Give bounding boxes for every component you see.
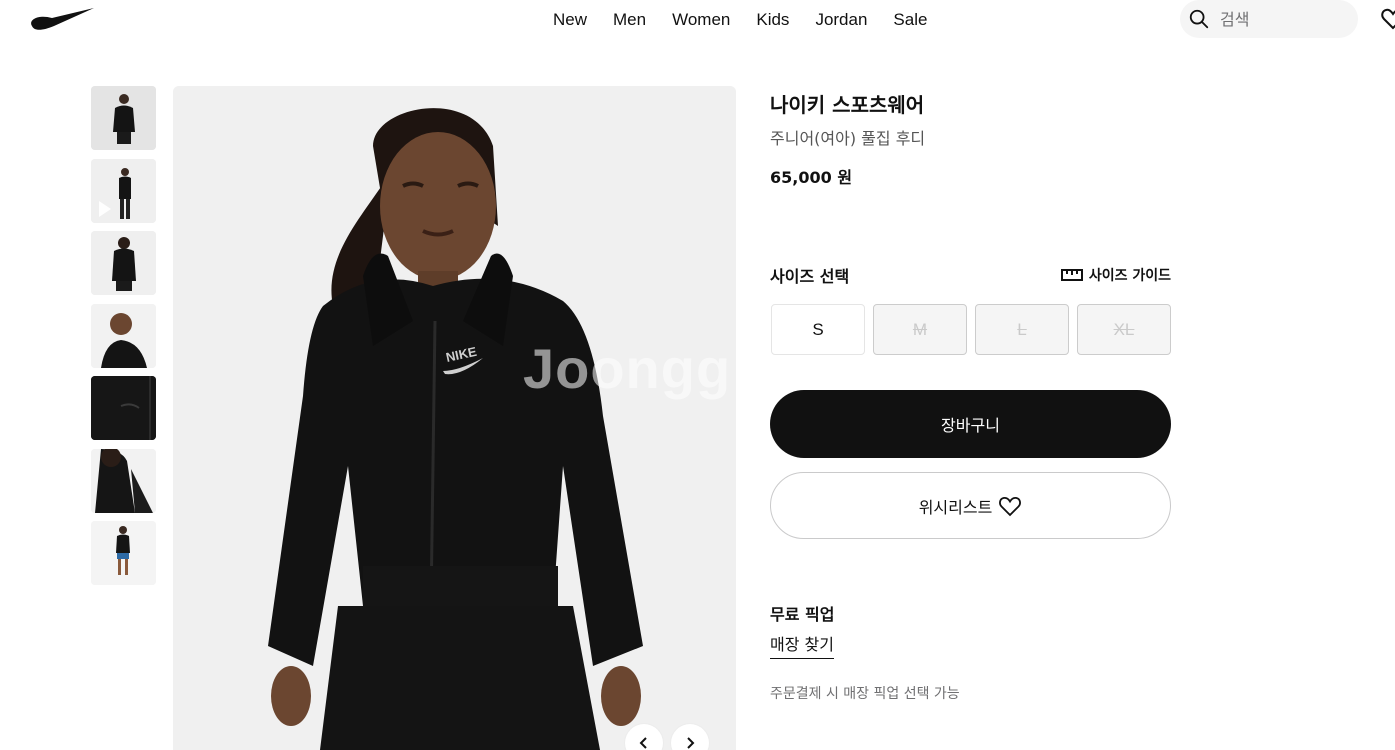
nav-item-jordan[interactable]: Jordan xyxy=(815,10,867,30)
nav-item-kids[interactable]: Kids xyxy=(756,10,789,30)
size-header: 사이즈 선택 사이즈 가이드 xyxy=(770,262,1171,288)
thumbnail-2-video[interactable] xyxy=(91,158,156,223)
size-select-title: 사이즈 선택 xyxy=(770,267,850,286)
thumbnail-4[interactable] xyxy=(91,303,156,368)
product-info: 나이키 스포츠웨어 주니어(여아) 풀집 후디 65,000 원 xyxy=(770,86,1171,190)
size-option-xl[interactable]: XL xyxy=(1077,304,1171,355)
wishlist-label: 위시리스트 xyxy=(918,497,993,517)
nav-item-men[interactable]: Men xyxy=(613,10,646,30)
thumbnail-3[interactable] xyxy=(91,231,156,295)
chevron-left-icon xyxy=(639,737,647,749)
chevron-right-icon xyxy=(687,737,695,749)
nav-item-new[interactable]: New xyxy=(553,10,587,30)
wishlist-button[interactable]: 위시리스트 xyxy=(770,472,1171,539)
find-store-link[interactable]: 매장 찾기 xyxy=(770,633,834,659)
thumbnail-5[interactable] xyxy=(91,376,156,440)
thumbnail-1[interactable] xyxy=(91,86,156,150)
add-to-cart-label: 장바구니 xyxy=(941,416,1000,435)
add-to-cart-button[interactable]: 장바구니 xyxy=(770,390,1171,458)
thumbnail-7[interactable] xyxy=(91,521,156,585)
thumbnail-image xyxy=(91,448,156,513)
ruler-icon xyxy=(1060,269,1083,281)
thumbnail-6[interactable] xyxy=(91,448,156,513)
thumbnail-image xyxy=(91,376,156,440)
product-title: 나이키 스포츠웨어 xyxy=(770,93,925,117)
favorites-heart-icon[interactable] xyxy=(1380,6,1395,32)
thumbnail-image xyxy=(91,303,156,368)
size-option-m[interactable]: M xyxy=(873,304,967,355)
thumbnail-image xyxy=(91,521,156,585)
nav-item-sale[interactable]: Sale xyxy=(893,10,927,30)
nike-swoosh-logo[interactable] xyxy=(30,6,96,32)
size-guide-label: 사이즈 가이드 xyxy=(1088,268,1171,284)
size-options: S M L XL xyxy=(771,304,1171,355)
pickup-note: 주문결제 시 매장 픽업 선택 가능 xyxy=(770,686,960,702)
play-icon xyxy=(99,200,111,217)
search-icon xyxy=(1189,9,1209,29)
thumbnail-image xyxy=(91,231,156,295)
product-price: 65,000 원 xyxy=(770,168,853,187)
product-photo: NIKE xyxy=(173,86,736,750)
size-option-l[interactable]: L xyxy=(975,304,1069,355)
free-pickup-title: 무료 픽업 xyxy=(770,605,835,624)
size-option-s[interactable]: S xyxy=(771,304,865,355)
site-header: New Men Women Kids Jordan Sale xyxy=(0,0,1395,40)
main-product-image[interactable]: NIKE Joongg xyxy=(173,86,736,750)
size-guide-link[interactable]: 사이즈 가이드 xyxy=(1060,265,1171,285)
search-input[interactable] xyxy=(1220,9,1340,29)
search-box[interactable] xyxy=(1180,0,1358,38)
main-nav: New Men Women Kids Jordan Sale xyxy=(540,0,940,40)
heart-icon xyxy=(999,496,1022,516)
product-subtitle: 주니어(여아) 풀집 후디 xyxy=(770,129,926,148)
nav-item-women[interactable]: Women xyxy=(672,10,730,30)
thumbnail-list xyxy=(91,86,156,594)
thumbnail-image xyxy=(91,86,156,150)
